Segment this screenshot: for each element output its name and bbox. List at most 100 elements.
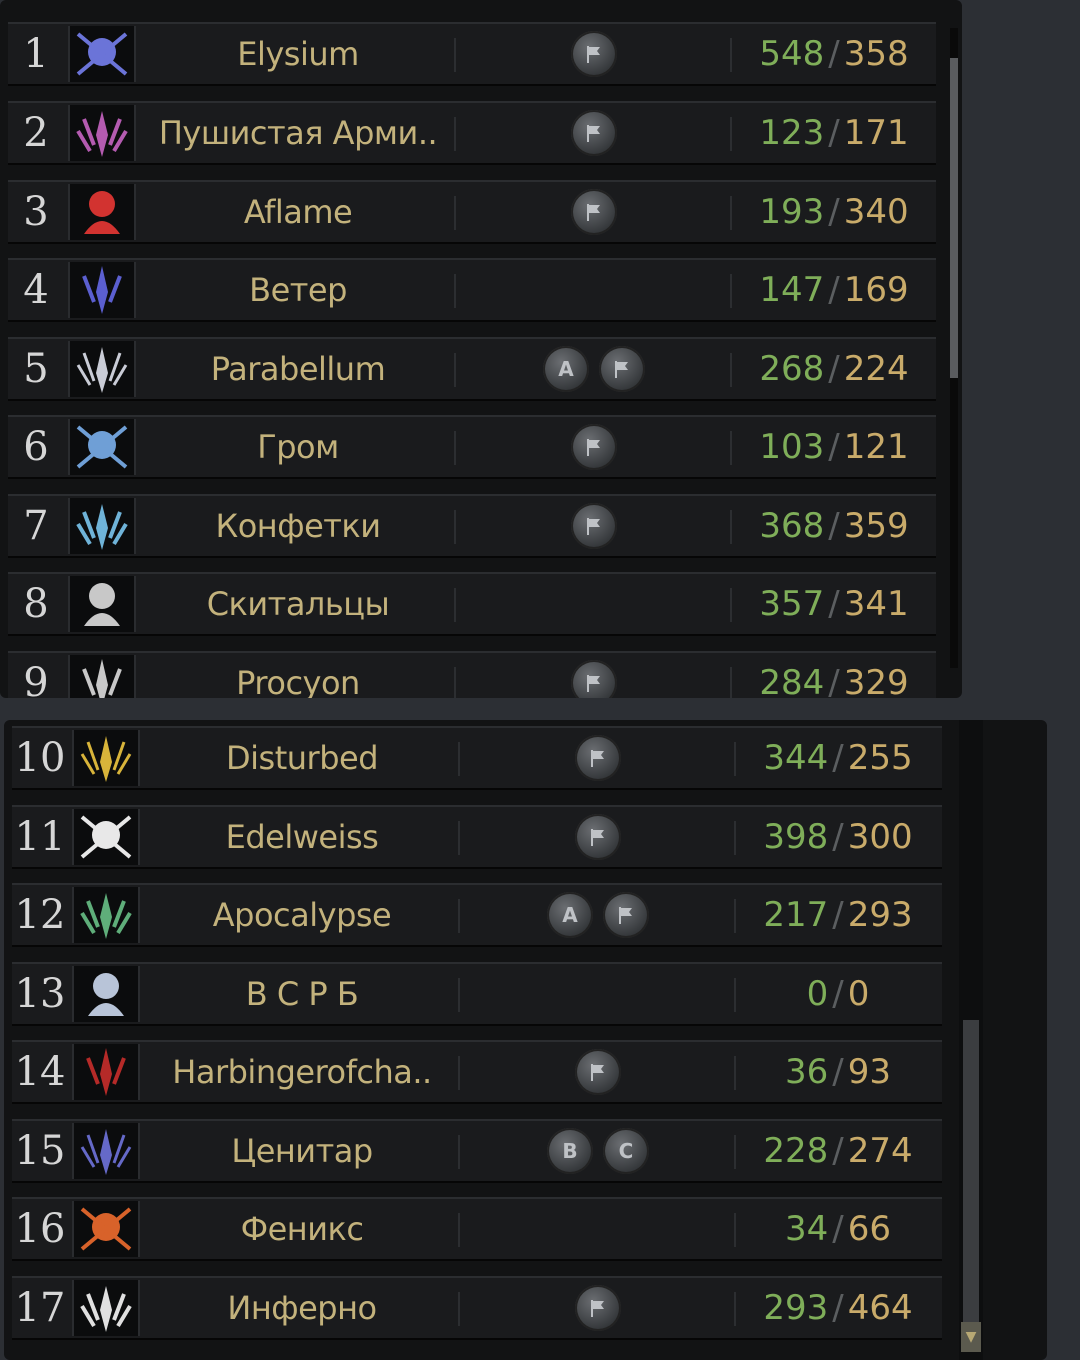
clan-name[interactable]: Скитальцы <box>140 574 456 634</box>
table-row[interactable]: 12 Apocalypse A 217/293 <box>12 883 942 947</box>
losses-value: 66 <box>847 1209 891 1249</box>
clan-emblem-icon <box>68 26 136 82</box>
table-row[interactable]: 8 Скитальцы 357/341 <box>8 572 936 636</box>
wins-value: 268 <box>759 349 825 389</box>
column-divider <box>454 38 456 72</box>
wins-value: 217 <box>763 895 829 935</box>
clan-name[interactable]: Parabellum <box>140 339 456 399</box>
clan-name[interactable]: Ценитар <box>144 1121 460 1181</box>
losses-value: 169 <box>843 270 909 310</box>
column-divider <box>458 899 460 933</box>
badge-group <box>462 728 734 788</box>
score-separator: / <box>832 895 844 935</box>
column-divider <box>730 510 732 544</box>
clan-emblem-icon <box>68 184 136 240</box>
clan-name[interactable]: Ветер <box>140 260 456 320</box>
table-row[interactable]: 9 Procyon 284/329 <box>8 651 936 698</box>
clan-name[interactable]: Aflame <box>140 182 456 242</box>
clan-name[interactable]: В С Р Б <box>144 964 460 1024</box>
clan-name[interactable]: Гром <box>140 417 456 477</box>
clan-name[interactable]: Apocalypse <box>144 885 460 945</box>
column-divider <box>730 667 732 698</box>
flag-icon[interactable] <box>575 735 621 781</box>
losses-value: 464 <box>847 1288 913 1328</box>
clan-name[interactable]: Elysium <box>140 24 456 84</box>
flag-icon[interactable] <box>571 660 617 698</box>
column-divider <box>734 742 736 776</box>
table-row[interactable]: 3 Aflame 193/340 <box>8 180 936 244</box>
losses-value: 329 <box>843 663 909 698</box>
flag-icon[interactable] <box>575 1285 621 1331</box>
ranking-panel-top: 1 Elysium 548/358 2 Пушистая Арми.. 123/171 3 A… <box>0 0 962 698</box>
column-divider <box>734 1213 736 1247</box>
clan-name[interactable]: Edelweiss <box>144 807 460 867</box>
clan-name[interactable]: Пушистая Арми.. <box>140 103 456 163</box>
rank-badge-icon[interactable]: B <box>547 1128 593 1174</box>
rank-number: 11 <box>14 814 66 860</box>
table-row[interactable]: 14 Harbingerofcha.. 36/93 <box>12 1040 942 1104</box>
scrollbar-top[interactable] <box>950 28 958 668</box>
badge-group <box>458 574 730 634</box>
flag-icon[interactable] <box>603 892 649 938</box>
flag-icon[interactable] <box>571 424 617 470</box>
rank-number: 7 <box>23 503 49 549</box>
scroll-down-arrow-icon[interactable]: ▼ <box>961 1322 981 1352</box>
flag-icon[interactable] <box>571 503 617 549</box>
clan-name[interactable]: Феникс <box>144 1199 460 1259</box>
scrollbar-thumb[interactable] <box>950 58 958 378</box>
column-divider <box>730 588 732 622</box>
column-divider <box>458 1213 460 1247</box>
table-row[interactable]: 4 Ветер 147/169 <box>8 258 936 322</box>
clan-name[interactable]: Disturbed <box>144 728 460 788</box>
wins-value: 284 <box>759 663 825 698</box>
wins-value: 147 <box>759 270 825 310</box>
rank-number: 17 <box>14 1285 66 1331</box>
losses-value: 341 <box>843 584 909 624</box>
table-row[interactable]: 1 Elysium 548/358 <box>8 22 936 86</box>
clan-name[interactable]: Инферно <box>144 1278 460 1338</box>
table-row[interactable]: 5 Parabellum A 268/224 <box>8 337 936 401</box>
column-divider <box>454 588 456 622</box>
score-separator: / <box>832 817 844 857</box>
flag-icon[interactable] <box>571 189 617 235</box>
badge-group: A <box>462 885 734 945</box>
rank-number: 13 <box>14 971 66 1017</box>
clan-emblem-icon <box>72 887 140 943</box>
rank-number: 3 <box>23 189 49 235</box>
rank-badge-icon[interactable]: A <box>547 892 593 938</box>
flag-icon[interactable] <box>575 1049 621 1095</box>
table-row[interactable]: 17 Инферно 293/464 <box>12 1276 942 1340</box>
table-row[interactable]: 2 Пушистая Арми.. 123/171 <box>8 101 936 165</box>
clan-name[interactable]: Harbingerofcha.. <box>144 1042 460 1102</box>
table-row[interactable]: 15 Ценитар B C 228/274 <box>12 1119 942 1183</box>
rank-number: 1 <box>23 31 49 77</box>
flag-icon[interactable] <box>571 31 617 77</box>
clan-emblem-icon <box>72 1044 140 1100</box>
losses-value: 340 <box>843 192 909 232</box>
scrollbar-thumb[interactable] <box>963 1020 979 1326</box>
table-row[interactable]: 6 Гром 103/121 <box>8 415 936 479</box>
score-separator: / <box>828 270 840 310</box>
table-row[interactable]: 11 Edelweiss 398/300 <box>12 805 942 869</box>
clan-emblem-icon <box>68 341 136 397</box>
scrollbar-bottom[interactable]: ▼ <box>959 720 983 1360</box>
table-row[interactable]: 7 Конфетки 368/359 <box>8 494 936 558</box>
win-loss-score: 0/0 <box>738 964 938 1024</box>
flag-icon[interactable] <box>575 814 621 860</box>
clan-emblem-icon <box>72 966 140 1022</box>
table-row[interactable]: 10 Disturbed 344/255 <box>12 726 942 790</box>
clan-name[interactable]: Конфетки <box>140 496 456 556</box>
wins-value: 34 <box>785 1209 829 1249</box>
badge-group <box>458 24 730 84</box>
table-row[interactable]: 16 Феникс 34/66 <box>12 1197 942 1261</box>
rank-number: 16 <box>14 1206 66 1252</box>
rank-badge-icon[interactable]: C <box>603 1128 649 1174</box>
clan-name[interactable]: Procyon <box>140 653 456 698</box>
score-separator: / <box>828 584 840 624</box>
table-row[interactable]: 13 В С Р Б 0/0 <box>12 962 942 1026</box>
ranking-panel-bottom: ▼ 10 Disturbed 344/255 11 Edelweiss 398/300 12… <box>4 720 1047 1360</box>
rank-badge-icon[interactable]: A <box>543 346 589 392</box>
flag-icon[interactable] <box>571 110 617 156</box>
flag-icon[interactable] <box>599 346 645 392</box>
wins-value: 357 <box>759 584 825 624</box>
